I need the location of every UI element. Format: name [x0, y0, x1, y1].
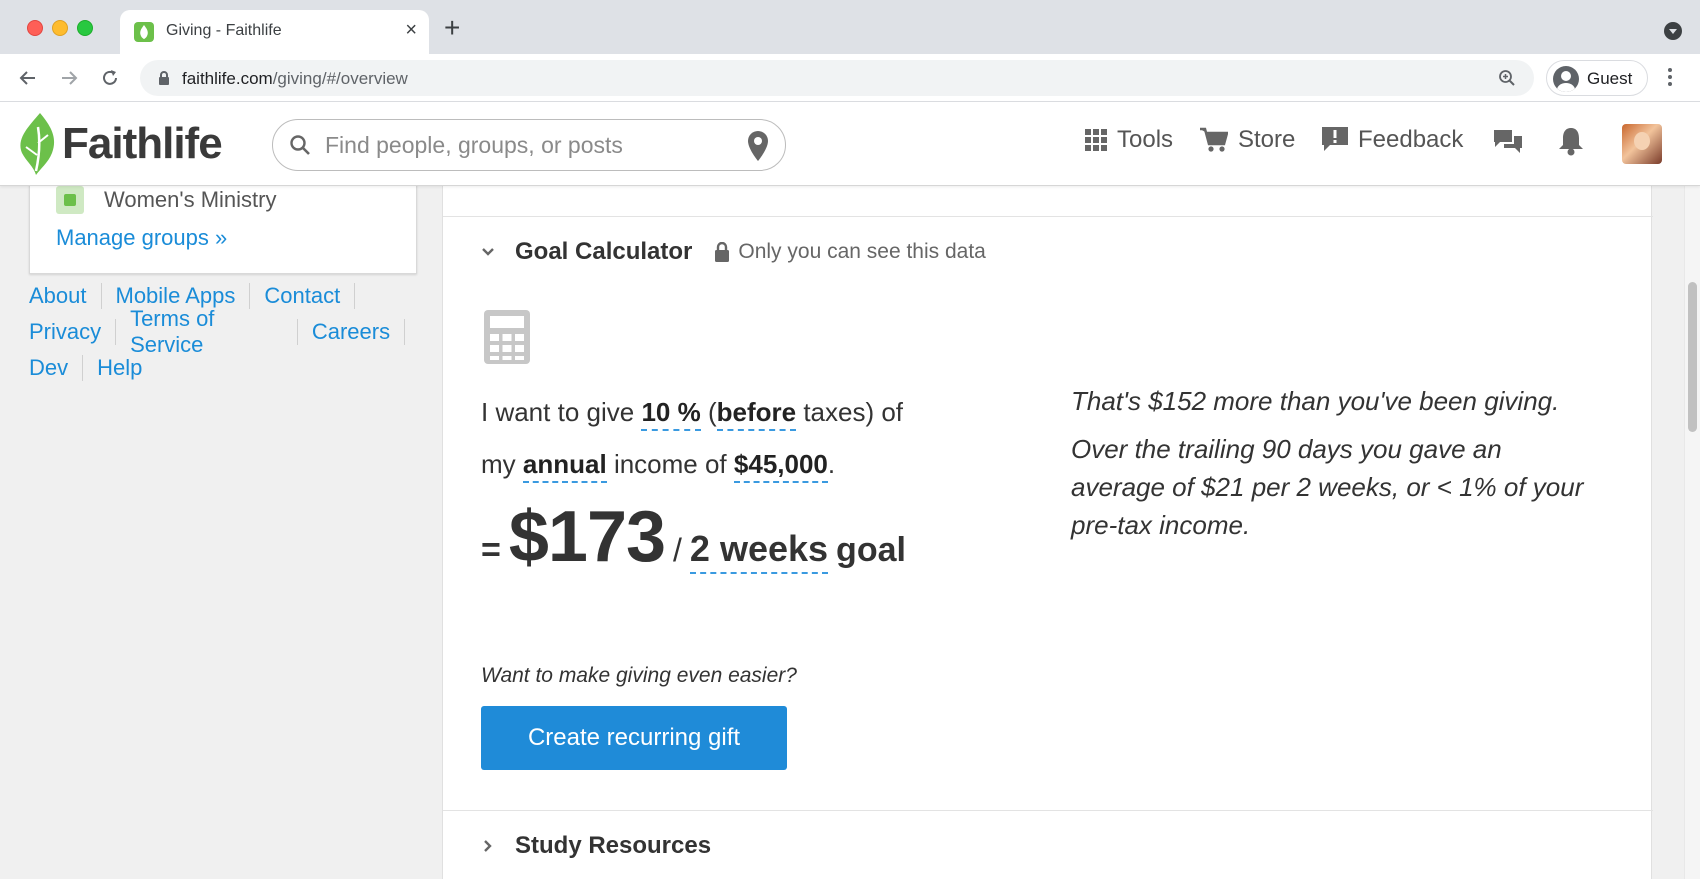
sentence-end: . — [827, 449, 836, 479]
site-header: Faithlife Tools Store — [0, 102, 1700, 186]
cart-icon — [1200, 127, 1228, 152]
user-avatar[interactable] — [1622, 124, 1662, 164]
messages-icon[interactable] — [1492, 128, 1524, 158]
lock-icon — [715, 242, 730, 262]
store-nav-item[interactable]: Store — [1200, 126, 1295, 154]
close-window-button[interactable] — [27, 20, 43, 36]
feedback-label: Feedback — [1358, 126, 1464, 153]
group-name: Women's Ministry — [104, 187, 277, 212]
divider — [404, 319, 406, 345]
study-resources-header[interactable]: Study Resources — [481, 832, 711, 860]
profile-button[interactable]: Guest — [1546, 60, 1648, 96]
privacy-note: Only you can see this data — [714, 240, 986, 264]
scrollbar-thumb[interactable] — [1688, 282, 1697, 432]
forward-arrow-icon[interactable] — [55, 64, 83, 92]
goal-calculator-title: Goal Calculator — [515, 238, 693, 265]
search-bar[interactable] — [272, 119, 786, 171]
address-bar[interactable]: faithlife.com/giving/#/overview — [140, 60, 1534, 96]
after-tax-text: taxes) of — [803, 397, 904, 427]
back-arrow-icon[interactable] — [14, 64, 42, 92]
browser-toolbar: faithlife.com/giving/#/overview Guest — [0, 54, 1700, 102]
study-resources-title: Study Resources — [515, 832, 712, 859]
browser-menu-icon[interactable] — [1668, 68, 1672, 88]
feedback-nav-item[interactable]: Feedback — [1322, 126, 1463, 154]
faithlife-favicon-icon — [134, 22, 154, 42]
url-text: faithlife.com/giving/#/overview — [182, 69, 408, 89]
zoom-icon[interactable] — [1498, 69, 1516, 92]
summary-difference: That's $152 more than you've been giving… — [1071, 386, 1560, 416]
percent-selector[interactable]: 10 % — [641, 397, 701, 431]
easier-prompt: Want to make giving even easier? — [481, 664, 797, 687]
feedback-icon — [1322, 127, 1348, 151]
sentence-my: my — [481, 449, 516, 479]
slash: / — [673, 532, 682, 568]
calculator-icon — [484, 310, 530, 369]
giving-main-card: Goal Calculator Only you can see this da… — [442, 186, 1653, 879]
divider — [82, 355, 84, 381]
browser-tab[interactable]: Giving - Faithlife × — [120, 10, 429, 54]
divider — [100, 283, 102, 309]
privacy-link[interactable]: Privacy — [29, 319, 101, 345]
maximize-window-button[interactable] — [77, 20, 93, 36]
faithlife-logo[interactable]: Faithlife — [18, 112, 223, 176]
dev-link[interactable]: Dev — [29, 355, 68, 381]
profile-avatar-icon — [1553, 66, 1579, 92]
minimize-window-button[interactable] — [52, 20, 68, 36]
divider — [115, 319, 117, 345]
giving-summary: That's $152 more than you've been giving… — [1071, 382, 1591, 554]
tools-label: Tools — [1117, 126, 1174, 153]
privacy-note-text: Only you can see this data — [738, 240, 986, 263]
profile-name: Guest — [1587, 69, 1633, 88]
faithlife-leaf-icon — [20, 113, 55, 175]
browser-titlebar: Giving - Faithlife × + — [0, 0, 1700, 54]
income-input[interactable]: $45,000 — [733, 449, 828, 483]
goal-label: goal — [836, 531, 906, 569]
summary-trailing: Over the trailing 90 days you gave an av… — [1071, 434, 1584, 540]
goal-amount: $173 — [508, 497, 666, 577]
sentence-prefix: I want to give — [481, 397, 635, 427]
chevron-right-icon[interactable] — [481, 839, 495, 853]
tax-basis-selector[interactable]: before — [716, 397, 797, 431]
divider — [443, 810, 1653, 811]
group-icon — [56, 186, 84, 214]
url-path: /giving/#/overview — [272, 69, 408, 88]
lock-icon — [158, 71, 170, 90]
equals-sign: = — [481, 531, 501, 569]
notifications-bell-icon[interactable] — [1558, 126, 1584, 156]
grid-icon — [1085, 129, 1107, 151]
group-item[interactable]: Women's Ministry — [56, 186, 277, 214]
divider — [443, 216, 1653, 217]
goal-sentence: I want to give 10 % (before taxes) of my… — [481, 386, 941, 490]
frequency-selector[interactable]: annual — [522, 449, 607, 483]
open-paren: ( — [707, 397, 717, 427]
search-icon — [289, 134, 311, 161]
income-of-text: income of — [613, 449, 727, 479]
help-link[interactable]: Help — [97, 355, 142, 381]
reload-icon[interactable] — [96, 64, 124, 92]
location-pin-icon[interactable] — [747, 131, 769, 166]
tab-search-icon[interactable] — [1664, 22, 1682, 40]
goal-calculator-header[interactable]: Goal Calculator Only you can see this da… — [481, 238, 986, 266]
terms-of-service-link[interactable]: Terms of Service — [130, 306, 283, 358]
goal-result: = $173 / 2 weeks goal — [481, 496, 906, 578]
footer-links: About Mobile Apps Contact Privacy Terms … — [29, 278, 419, 386]
url-domain: faithlife.com — [182, 69, 273, 88]
page-scrollbar[interactable] — [1684, 186, 1700, 879]
tab-title: Giving - Faithlife — [166, 22, 282, 39]
divider — [296, 319, 298, 345]
period-selector[interactable]: 2 weeks — [689, 528, 829, 574]
about-link[interactable]: About — [29, 283, 87, 309]
logo-text: Faithlife — [62, 119, 223, 168]
tools-nav-item[interactable]: Tools — [1085, 126, 1173, 154]
tab-close-icon[interactable]: × — [405, 19, 417, 41]
store-label: Store — [1238, 126, 1296, 153]
create-recurring-gift-button[interactable]: Create recurring gift — [481, 706, 787, 770]
manage-groups-link[interactable]: Manage groups » — [56, 225, 227, 251]
chevron-down-icon[interactable] — [481, 247, 495, 257]
divider — [354, 283, 356, 309]
search-input[interactable] — [325, 130, 725, 160]
page-viewport: Faithlife Tools Store — [0, 102, 1700, 879]
new-tab-icon[interactable]: + — [444, 14, 460, 42]
careers-link[interactable]: Careers — [312, 319, 390, 345]
